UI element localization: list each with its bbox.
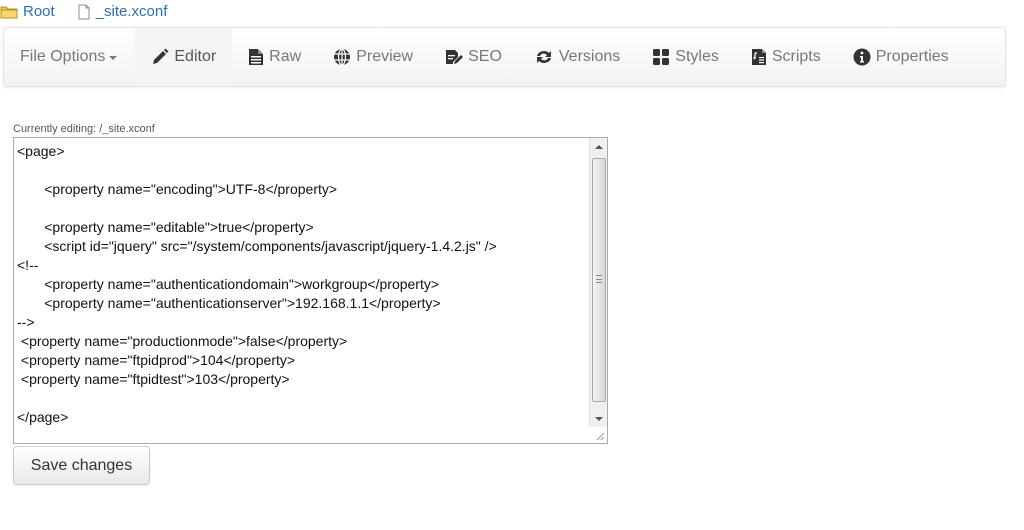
grip-icon xyxy=(596,275,602,283)
code-line: <property name="encoding">UTF-8</propert… xyxy=(17,181,338,197)
breadcrumb-file[interactable]: _site.xconf xyxy=(77,3,168,20)
info-icon xyxy=(853,48,871,66)
folder-icon xyxy=(0,5,18,19)
file-options-dropdown[interactable]: File Options xyxy=(4,28,135,86)
code-line: <!-- xyxy=(17,257,39,273)
globe-icon xyxy=(333,48,351,66)
grid-icon xyxy=(652,48,670,66)
resize-grip-icon xyxy=(596,432,605,441)
tab-editor[interactable]: Editor xyxy=(135,28,233,86)
tab-styles-label: Styles xyxy=(675,48,719,65)
tab-raw[interactable]: Raw xyxy=(232,28,317,86)
tab-properties-label: Properties xyxy=(875,48,949,65)
tab-versions-label: Versions xyxy=(558,48,621,65)
code-editor: <page> <property name="encoding">UTF-8</… xyxy=(13,137,608,444)
tab-seo[interactable]: SEO xyxy=(429,28,518,86)
breadcrumb-root-label: Root xyxy=(23,3,55,20)
tab-versions[interactable]: Versions xyxy=(518,28,636,86)
tab-scripts[interactable]: Scripts xyxy=(735,28,837,86)
scroll-up-button[interactable] xyxy=(590,138,607,155)
caret-down-icon xyxy=(109,56,118,60)
code-line: <property name="editable">true</property… xyxy=(17,219,314,235)
code-line: <property name="productionmode">false</p… xyxy=(17,333,348,349)
tab-preview-label: Preview xyxy=(356,48,414,65)
tab-properties[interactable]: Properties xyxy=(837,28,965,86)
currently-editing-label: Currently editing: /_site.xconf xyxy=(13,123,155,135)
tab-raw-label: Raw xyxy=(269,48,302,65)
script-file-icon xyxy=(751,48,767,66)
breadcrumb: Root _site.xconf xyxy=(0,3,167,20)
tab-editor-label: Editor xyxy=(174,48,217,65)
arrow-down-icon xyxy=(594,416,603,421)
code-line: <property name="authenticationdomain">wo… xyxy=(17,276,440,292)
arrow-up-icon xyxy=(594,144,603,149)
code-line: <property name="ftpidprod">104</property… xyxy=(17,352,296,368)
document-icon xyxy=(248,48,264,66)
resize-handle[interactable] xyxy=(589,427,607,443)
tab-seo-label: SEO xyxy=(468,48,502,65)
scrollbar-thumb[interactable] xyxy=(592,158,606,402)
file-icon xyxy=(77,4,91,20)
code-line: </page> xyxy=(17,409,69,425)
tab-scripts-label: Scripts xyxy=(771,48,821,65)
file-options-label: File Options xyxy=(20,48,106,65)
code-line: --> xyxy=(17,314,35,330)
pencil-icon xyxy=(151,48,169,66)
code-line: <property name="authenticationserver">19… xyxy=(17,295,441,311)
tab-styles[interactable]: Styles xyxy=(636,28,735,86)
save-changes-button[interactable]: Save changes xyxy=(13,446,150,485)
code-line: <page> xyxy=(17,143,65,159)
tab-preview[interactable]: Preview xyxy=(317,28,429,86)
toolbar: File Options Editor Raw Preview SEO Vers… xyxy=(3,27,1006,87)
breadcrumb-root[interactable]: Root xyxy=(0,3,55,20)
edit-document-icon xyxy=(445,48,464,66)
breadcrumb-file-label: _site.xconf xyxy=(95,3,168,20)
code-line: <script id="jquery" src="/system/compone… xyxy=(17,238,497,254)
code-line: <property name="ftpidtest">103</property… xyxy=(17,371,290,387)
vertical-scrollbar[interactable] xyxy=(589,138,607,427)
refresh-icon xyxy=(534,48,554,66)
code-textarea[interactable]: <page> <property name="encoding">UTF-8</… xyxy=(14,138,590,443)
scroll-down-button[interactable] xyxy=(590,410,607,427)
